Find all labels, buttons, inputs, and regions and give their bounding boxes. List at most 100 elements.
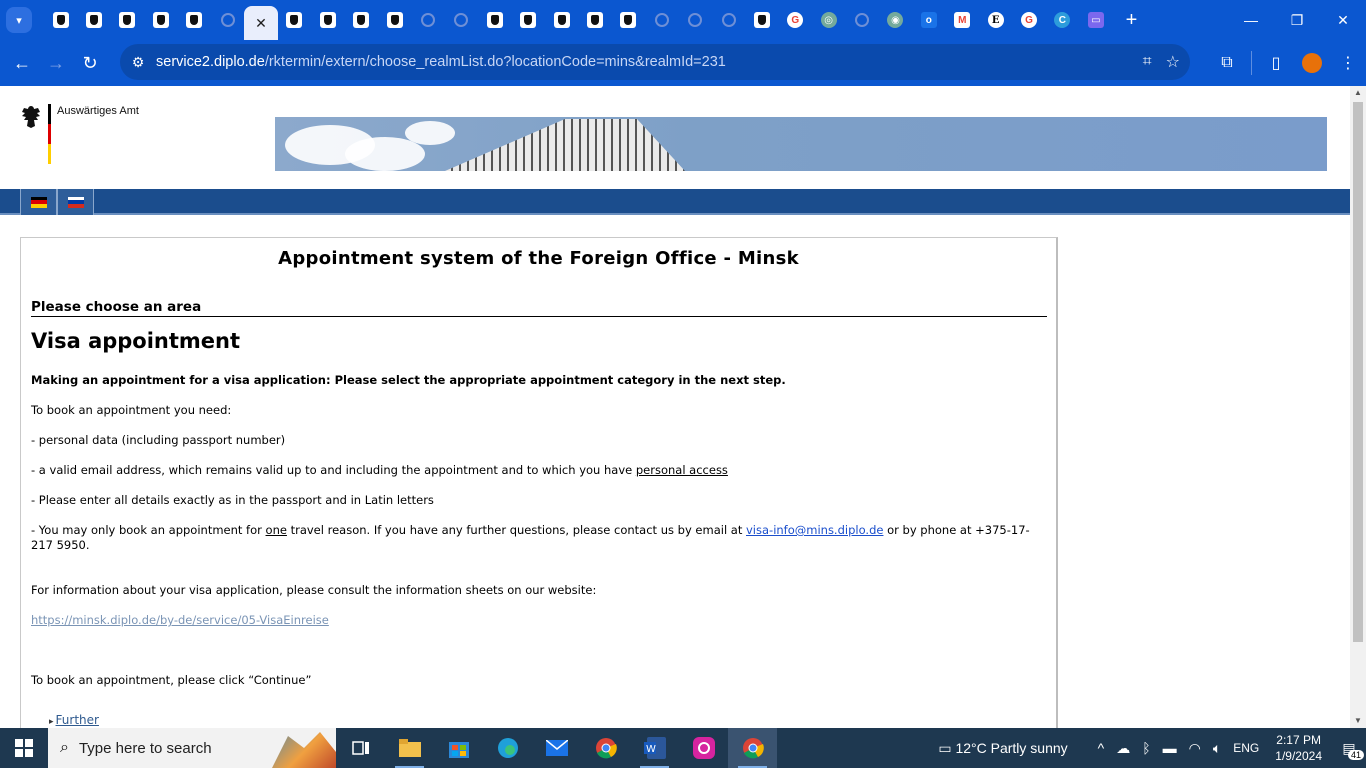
onedrive-icon[interactable]: ☁ [1110,740,1136,757]
browser-tab[interactable] [345,4,378,36]
browser-tab[interactable]: ▭ [1079,4,1112,36]
browser-tab[interactable] [378,4,411,36]
clock[interactable]: 2:17 PM 1/9/2024 [1265,732,1332,764]
browser-tab[interactable] [578,4,611,36]
requirement-text: travel reason. If you have any further q… [286,523,746,537]
task-view-icon[interactable] [336,728,385,768]
browser-tab[interactable]: M [946,4,979,36]
microsoft-store-icon[interactable] [434,728,483,768]
close-window-icon[interactable]: ✕ [1320,0,1366,40]
browser-tab[interactable]: o [912,4,945,36]
scroll-up-arrow-icon[interactable]: ▲ [1350,86,1366,100]
browser-tab[interactable] [211,4,244,36]
url-text[interactable]: service2.diplo.de/rktermin/extern/choose… [156,54,726,70]
browser-tab[interactable] [411,4,444,36]
translate-icon[interactable]: ⌗ [1143,53,1152,71]
windows-start-icon[interactable] [0,728,48,768]
visa-appointment-title: Visa appointment [31,329,241,353]
requirement-item: - Please enter all details exactly as in… [31,493,434,507]
page-scrollbar[interactable]: ▲ ▼ [1350,86,1366,728]
browser-tab[interactable] [111,4,144,36]
chrome-icon[interactable] [581,728,630,768]
windows-taskbar: ⌕ Type here to search W ▭ 12°C Partly su… [0,728,1366,768]
reload-icon[interactable]: ↻ [73,46,107,80]
address-bar[interactable]: ⚙ service2.diplo.de/rktermin/extern/choo… [120,44,1190,80]
minimize-icon[interactable]: — [1228,0,1274,40]
browser-tab[interactable]: ✕ [244,6,278,40]
input-language[interactable]: ENG [1227,741,1265,755]
scroll-thumb[interactable] [1353,102,1363,642]
browser-tab[interactable] [311,4,344,36]
taskbar-search-box[interactable]: ⌕ Type here to search [48,728,336,768]
main-content-box: Appointment system of the Foreign Office… [20,237,1058,728]
info-link-row: https://minsk.diplo.de/by-de/service/05-… [31,613,329,628]
bookmark-star-icon[interactable]: ☆ [1166,52,1180,72]
org-name: Auswärtiges Amt [57,105,139,117]
browser-tab[interactable] [478,4,511,36]
gmail-favicon-icon: M [954,12,971,28]
browser-tab[interactable] [178,4,211,36]
loading-globe-favicon-icon [220,13,235,27]
browser-tab[interactable] [278,4,311,36]
battery-icon[interactable]: ▬ [1157,740,1183,756]
lang-german-button[interactable] [20,189,57,215]
browser-tab[interactable] [545,4,578,36]
personal-access-link[interactable]: personal access [636,463,728,477]
further-link[interactable]: Further [56,713,99,727]
visa-info-website-link[interactable]: https://minsk.diplo.de/by-de/service/05-… [31,613,329,627]
instagram-icon[interactable] [679,728,728,768]
browser-tab[interactable]: G [1012,4,1045,36]
browser-tab[interactable]: ◎ [812,4,845,36]
file-explorer-icon[interactable] [385,728,434,768]
url-host: service2.diplo.de [156,54,265,70]
one-emphasis: one [265,523,287,537]
browser-tab[interactable] [612,4,645,36]
wifi-icon[interactable]: ◠ [1183,740,1207,757]
volume-icon[interactable]: 🔈︎ [1207,740,1227,757]
header-banner-image [275,117,1327,171]
tab-search-dropdown-icon[interactable]: ▾ [6,7,32,33]
browser-tab[interactable] [77,4,110,36]
loading-globe-favicon-icon [420,13,435,27]
extensions-icon[interactable]: ⧉ [1209,54,1245,72]
requirement-text: - a valid email address, which remains v… [31,463,636,477]
german-flag-icon [30,196,47,208]
site-info-icon[interactable]: ⚙ [120,54,156,71]
bluetooth-icon[interactable]: ᛒ [1136,740,1156,756]
outlook-favicon-icon: o [920,12,937,28]
scroll-down-arrow-icon[interactable]: ▼ [1350,714,1366,728]
browser-tab[interactable]: ◉ [879,4,912,36]
search-highlight-image [272,732,336,768]
mail-icon[interactable] [532,728,581,768]
german-eagle-favicon-icon [586,12,603,28]
browser-tab[interactable] [678,4,711,36]
browser-tab[interactable]: G [779,4,812,36]
menu-kebab-icon[interactable]: ⋮ [1330,53,1366,73]
browser-tab[interactable] [712,4,745,36]
edge-browser-icon[interactable] [483,728,532,768]
lang-russian-button[interactable] [57,189,94,215]
browser-tab[interactable]: C [1046,4,1079,36]
browser-tab[interactable] [645,4,678,36]
notification-center-icon[interactable]: ▤ 41 [1332,728,1366,768]
browser-tab[interactable]: E [979,4,1012,36]
show-hidden-icons-chevron-icon[interactable]: ^ [1092,740,1111,756]
weather-widget[interactable]: ▭ 12°C Partly sunny [932,740,1073,757]
browser-tab[interactable] [745,4,778,36]
back-icon[interactable]: ← [5,46,39,80]
browser-tab[interactable] [44,4,77,36]
restore-icon[interactable]: ❐ [1274,0,1320,40]
close-tab-icon[interactable]: ✕ [255,15,267,32]
contact-email-link[interactable]: visa-info@mins.diplo.de [746,523,883,537]
new-tab-icon[interactable]: + [1117,9,1147,32]
browser-tab[interactable] [445,4,478,36]
forward-icon[interactable]: → [39,46,73,80]
browser-tab[interactable] [511,4,544,36]
word-icon[interactable]: W [630,728,679,768]
chrome-active-icon[interactable] [728,728,777,768]
side-panel-icon[interactable]: ▯ [1258,53,1294,73]
browser-tab[interactable] [144,4,177,36]
browser-tab[interactable] [845,4,878,36]
google-favicon-icon: G [1021,12,1038,28]
profile-avatar[interactable] [1302,53,1322,73]
